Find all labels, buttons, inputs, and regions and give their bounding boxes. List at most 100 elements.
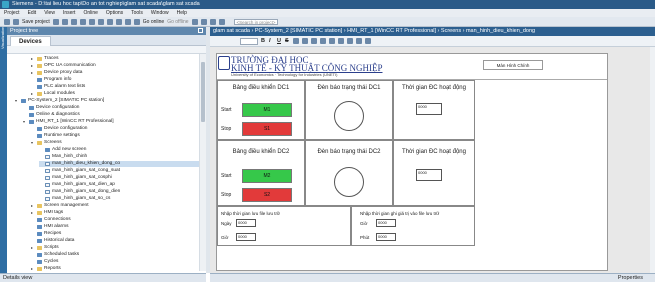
project-search-input[interactable]: <Search in project> [233, 18, 278, 25]
line-style-icon[interactable] [329, 38, 335, 44]
tree-item[interactable]: ▸ Device proxy data [31, 70, 199, 76]
tree-item[interactable]: Device configuration [31, 126, 199, 132]
fill-color-icon[interactable] [311, 38, 317, 44]
start-button-dc2[interactable]: M2 [242, 169, 292, 183]
cut-icon[interactable] [61, 18, 68, 25]
expand-arrow-icon[interactable]: ▸ [31, 56, 35, 62]
zoom-icon[interactable] [365, 38, 371, 44]
menu-item-online[interactable]: Online [83, 10, 97, 16]
cross-ref-icon[interactable] [200, 18, 207, 25]
tree-scrollbar[interactable] [199, 54, 206, 271]
expand-arrow-icon[interactable]: ▸ [31, 91, 35, 97]
expand-arrow-icon[interactable]: ▾ [23, 119, 27, 125]
print-icon[interactable] [52, 18, 59, 25]
tree-item[interactable]: ▾ Screens [31, 140, 199, 146]
menu-item-view[interactable]: View [44, 10, 55, 16]
arrange-icon[interactable] [338, 38, 344, 44]
menu-item-tools[interactable]: Tools [131, 10, 143, 16]
tree-item[interactable]: ▸ HMI tags [31, 210, 199, 216]
menu-item-project[interactable]: Project [4, 10, 20, 16]
tree-item[interactable]: Recipes [31, 231, 199, 237]
tree-item[interactable]: ▸ Scripts [31, 245, 199, 251]
underline-button[interactable]: U [277, 38, 282, 44]
menu-item-edit[interactable]: Edit [28, 10, 37, 16]
text-color-icon[interactable] [293, 38, 299, 44]
tree-item[interactable]: ▸ OPC UA communication [31, 63, 199, 69]
tree-item[interactable]: Add new screen [39, 147, 199, 153]
delete-icon[interactable] [88, 18, 95, 25]
go-online-button[interactable]: Go online [143, 19, 164, 25]
tree-item[interactable]: PLC alarm text lists [31, 84, 199, 90]
redo-icon[interactable] [106, 18, 113, 25]
tab-devices[interactable]: Devices [10, 36, 51, 46]
tree-item[interactable]: ▸ Local modules [31, 91, 199, 97]
tree-item[interactable]: Man_hinh_chinh [39, 154, 199, 160]
undo-icon[interactable] [97, 18, 104, 25]
group-icon[interactable] [347, 38, 353, 44]
simulate-icon[interactable] [133, 18, 140, 25]
runtime-dc1-field[interactable]: 0000 [416, 103, 442, 115]
tree-item[interactable]: man_hinh_giam_sat_cong_suat [39, 168, 199, 174]
main-screen-button[interactable]: Màn Hình Chính [483, 60, 543, 70]
tree-item[interactable]: man_hinh_giam_sat_dong_dien [39, 189, 199, 195]
tree-item[interactable]: Connections [31, 217, 199, 223]
expand-arrow-icon[interactable]: ▸ [31, 266, 35, 271]
rotate-icon[interactable] [356, 38, 362, 44]
menu-item-window[interactable]: Window [151, 10, 169, 16]
expand-arrow-icon[interactable]: ▸ [31, 245, 35, 251]
tree-item[interactable]: Runtime settings [31, 133, 199, 139]
save-project-button[interactable]: Save project [22, 19, 50, 25]
tree-item[interactable]: ▸ Reports [31, 266, 199, 271]
runtime-dc2-field[interactable]: 0000 [416, 169, 442, 181]
tree-item[interactable]: Cycles [31, 259, 199, 265]
tree-item[interactable]: Historical data [31, 238, 199, 244]
italic-button[interactable]: I [269, 38, 274, 44]
tree-item[interactable]: ▸ Screen management [31, 203, 199, 209]
expand-arrow-icon[interactable]: ▸ [31, 70, 35, 76]
split-editor-icon[interactable] [209, 18, 216, 25]
tree-item[interactable]: ▾ PC-System_2 [SIMATIC PC station] [15, 98, 199, 104]
tree-item[interactable]: man_hinh_dieu_khien_dong_co [39, 161, 199, 167]
tree-item[interactable]: man_hinh_giam_sat_so_cs [39, 196, 199, 202]
tree-item[interactable]: Scheduled tasks [31, 252, 199, 258]
properties-tab[interactable]: Properties [618, 274, 643, 282]
compile-icon[interactable] [115, 18, 122, 25]
stop-button-dc1[interactable]: S1 [242, 122, 292, 136]
expand-arrow-icon[interactable]: ▸ [31, 203, 35, 209]
accessible-devices-icon[interactable] [191, 18, 198, 25]
expand-arrow-icon[interactable]: ▸ [31, 210, 35, 216]
strikethrough-button[interactable]: S [285, 38, 290, 44]
tree-item[interactable]: Program info [31, 77, 199, 83]
tree-scroll-thumb[interactable] [201, 62, 205, 122]
new-project-icon[interactable] [4, 18, 10, 25]
start-button-dc1[interactable]: M1 [242, 103, 292, 117]
menu-item-help[interactable]: Help [177, 10, 187, 16]
tree-item[interactable]: man_hinh_giam_sat_dien_ap [39, 182, 199, 188]
go-offline-button[interactable]: Go offline [167, 19, 188, 25]
open-project-icon[interactable] [13, 18, 19, 25]
tree-item[interactable]: Device configuration [23, 105, 199, 111]
tree-item[interactable]: Online & diagnostics [23, 112, 199, 118]
tree-item[interactable]: ▾ HMI_RT_1 [WinCC RT Professional] [23, 119, 199, 125]
menu-item-options[interactable]: Options [106, 10, 123, 16]
left-side-strip[interactable]: Visualization [0, 27, 7, 273]
archive-hour-field[interactable]: 0000 [236, 233, 256, 241]
tree-item[interactable]: ▸ Traces [31, 56, 199, 62]
archive-day-field[interactable]: 0000 [236, 219, 256, 227]
copy-icon[interactable] [70, 18, 77, 25]
bold-button[interactable]: B [261, 38, 266, 44]
paste-icon[interactable] [79, 18, 86, 25]
log-minute-field[interactable]: 0000 [376, 233, 396, 241]
tree-item[interactable]: man_hinh_giam_sat_cosphi [39, 175, 199, 181]
expand-arrow-icon[interactable]: ▾ [31, 140, 35, 146]
download-icon[interactable] [124, 18, 131, 25]
close-editor-icon[interactable] [218, 18, 225, 25]
tree-item[interactable]: HMI alarms [31, 224, 199, 230]
minimize-panel-icon[interactable] [198, 28, 203, 33]
canvas-scrollbar[interactable] [650, 47, 655, 273]
screen-editor-canvas[interactable]: TRƯỜNG ĐẠI HỌC KINH TẾ - KỸ THUẬT CÔNG N… [210, 47, 650, 273]
expand-arrow-icon[interactable]: ▸ [31, 63, 35, 69]
font-size-select[interactable] [240, 37, 258, 45]
details-view-header[interactable]: Details view [0, 273, 206, 282]
menu-item-insert[interactable]: Insert [63, 10, 76, 16]
